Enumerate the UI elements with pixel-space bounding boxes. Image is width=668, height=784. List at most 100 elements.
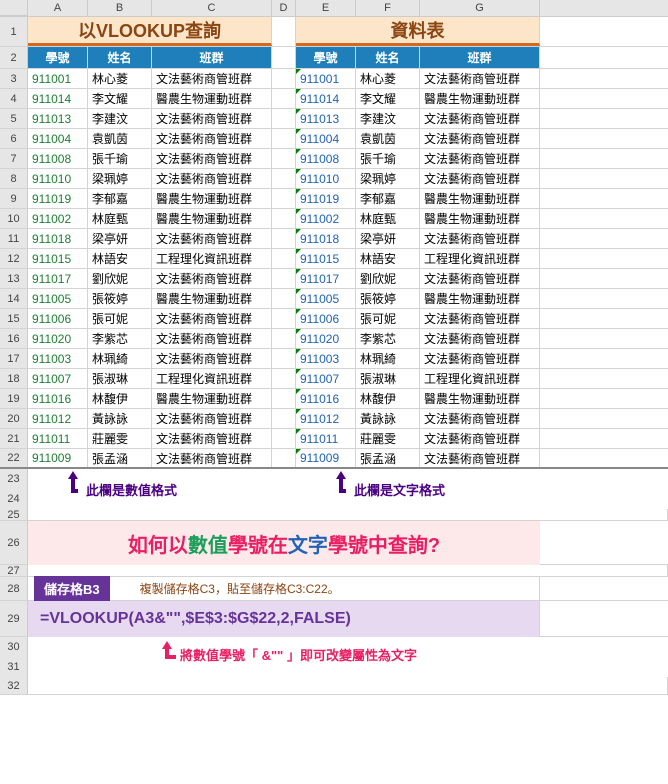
cell-empty[interactable] bbox=[272, 409, 296, 428]
cell-group-left[interactable]: 醫農生物運動班群 bbox=[152, 189, 272, 208]
row-header-28[interactable]: 28 bbox=[0, 577, 28, 600]
cell-name-right[interactable]: 張筱婷 bbox=[356, 289, 420, 308]
cell-group-right[interactable]: 醫農生物運動班群 bbox=[420, 89, 540, 108]
cell-id-right[interactable]: 911012 bbox=[296, 409, 356, 428]
cell-name-right[interactable]: 林馥伊 bbox=[356, 389, 420, 408]
cell-empty[interactable] bbox=[272, 69, 296, 88]
cell-id-left[interactable]: 911011 bbox=[28, 429, 88, 448]
row-header-4[interactable]: 4 bbox=[0, 89, 28, 108]
cell-name-left[interactable]: 張筱婷 bbox=[88, 289, 152, 308]
cell-id-left[interactable]: 911009 bbox=[28, 449, 88, 467]
cell-empty[interactable] bbox=[272, 309, 296, 328]
cell-name-right[interactable]: 梁珮婷 bbox=[356, 169, 420, 188]
cell-id-right[interactable]: 911005 bbox=[296, 289, 356, 308]
cell-name-left[interactable]: 梁珮婷 bbox=[88, 169, 152, 188]
cell-group-right[interactable]: 工程理化資訊班群 bbox=[420, 249, 540, 268]
cell-id-right[interactable]: 911009 bbox=[296, 449, 356, 467]
cell-group-left[interactable]: 文法藝術商管班群 bbox=[152, 109, 272, 128]
cell-group-left[interactable]: 文法藝術商管班群 bbox=[152, 349, 272, 368]
cell-group-left[interactable]: 文法藝術商管班群 bbox=[152, 169, 272, 188]
cell-id-right[interactable]: 911011 bbox=[296, 429, 356, 448]
row-header-9[interactable]: 9 bbox=[0, 189, 28, 208]
cell-name-left[interactable]: 黃詠詠 bbox=[88, 409, 152, 428]
cell-group-right[interactable]: 醫農生物運動班群 bbox=[420, 389, 540, 408]
row-header-11[interactable]: 11 bbox=[0, 229, 28, 248]
cell-empty[interactable] bbox=[272, 89, 296, 108]
cell-group-left[interactable]: 工程理化資訊班群 bbox=[152, 369, 272, 388]
cell-name-right[interactable]: 劉欣妮 bbox=[356, 269, 420, 288]
cell-name-left[interactable]: 林心菱 bbox=[88, 69, 152, 88]
row-header-31[interactable]: 31 bbox=[0, 657, 28, 677]
cell-id-right[interactable]: 911010 bbox=[296, 169, 356, 188]
row-header-24[interactable]: 24 bbox=[0, 489, 28, 509]
cell-name-right[interactable]: 林心菱 bbox=[356, 69, 420, 88]
cell-group-right[interactable]: 工程理化資訊班群 bbox=[420, 369, 540, 388]
cell-id-left[interactable]: 911010 bbox=[28, 169, 88, 188]
cell-empty[interactable] bbox=[272, 329, 296, 348]
cell-id-right[interactable]: 911019 bbox=[296, 189, 356, 208]
cell-id-left[interactable]: 911007 bbox=[28, 369, 88, 388]
cell-name-left[interactable]: 李文耀 bbox=[88, 89, 152, 108]
row-header-23[interactable]: 23 bbox=[0, 469, 28, 489]
cell-id-right[interactable]: 911004 bbox=[296, 129, 356, 148]
cell-empty[interactable] bbox=[272, 249, 296, 268]
cell-group-right[interactable]: 文法藝術商管班群 bbox=[420, 129, 540, 148]
cell-id-left[interactable]: 911014 bbox=[28, 89, 88, 108]
cell-id-right[interactable]: 911016 bbox=[296, 389, 356, 408]
row-header-20[interactable]: 20 bbox=[0, 409, 28, 428]
cell-group-right[interactable]: 醫農生物運動班群 bbox=[420, 189, 540, 208]
cell-group-left[interactable]: 文法藝術商管班群 bbox=[152, 449, 272, 467]
row-header-8[interactable]: 8 bbox=[0, 169, 28, 188]
cell-empty[interactable] bbox=[272, 189, 296, 208]
col-header-F[interactable]: F bbox=[356, 0, 420, 16]
cell-id-left[interactable]: 911013 bbox=[28, 109, 88, 128]
cell-group-right[interactable]: 文法藝術商管班群 bbox=[420, 169, 540, 188]
col-header-D[interactable]: D bbox=[272, 0, 296, 16]
cell-id-left[interactable]: 911005 bbox=[28, 289, 88, 308]
cell-group-right[interactable]: 文法藝術商管班群 bbox=[420, 269, 540, 288]
cell-name-left[interactable]: 張淑琳 bbox=[88, 369, 152, 388]
cell-id-left[interactable]: 911015 bbox=[28, 249, 88, 268]
cell-group-left[interactable]: 文法藝術商管班群 bbox=[152, 69, 272, 88]
cell-name-right[interactable]: 張可妮 bbox=[356, 309, 420, 328]
cell-name-right[interactable]: 張淑琳 bbox=[356, 369, 420, 388]
cell-name-right[interactable]: 袁凱茵 bbox=[356, 129, 420, 148]
row-header-10[interactable]: 10 bbox=[0, 209, 28, 228]
cell-id-left[interactable]: 911018 bbox=[28, 229, 88, 248]
cell-name-left[interactable]: 張孟涵 bbox=[88, 449, 152, 467]
header-name-left[interactable]: 姓名 bbox=[88, 47, 152, 68]
cell-name-right[interactable]: 張孟涵 bbox=[356, 449, 420, 467]
cell-group-left[interactable]: 醫農生物運動班群 bbox=[152, 389, 272, 408]
cell-D2[interactable] bbox=[272, 47, 296, 68]
cell-empty[interactable] bbox=[272, 389, 296, 408]
cell-id-left[interactable]: 911016 bbox=[28, 389, 88, 408]
cell-name-left[interactable]: 林馥伊 bbox=[88, 389, 152, 408]
row-header-22[interactable]: 22 bbox=[0, 449, 28, 467]
cell-group-left[interactable]: 文法藝術商管班群 bbox=[152, 309, 272, 328]
cell-name-left[interactable]: 張可妮 bbox=[88, 309, 152, 328]
cell-name-left[interactable]: 李建汶 bbox=[88, 109, 152, 128]
cell-name-left[interactable]: 梁亭妍 bbox=[88, 229, 152, 248]
row-header-17[interactable]: 17 bbox=[0, 349, 28, 368]
cell-name-right[interactable]: 林珮綺 bbox=[356, 349, 420, 368]
cell-id-right[interactable]: 911018 bbox=[296, 229, 356, 248]
cell-empty[interactable] bbox=[272, 449, 296, 467]
cell-group-right[interactable]: 文法藝術商管班群 bbox=[420, 69, 540, 88]
row-header-3[interactable]: 3 bbox=[0, 69, 28, 88]
cell-name-right[interactable]: 林語安 bbox=[356, 249, 420, 268]
col-header-C[interactable]: C bbox=[152, 0, 272, 16]
cell-empty[interactable] bbox=[272, 349, 296, 368]
cell-empty[interactable] bbox=[272, 369, 296, 388]
cell-id-left[interactable]: 911001 bbox=[28, 69, 88, 88]
cell-group-left[interactable]: 文法藝術商管班群 bbox=[152, 269, 272, 288]
cell-empty[interactable] bbox=[272, 289, 296, 308]
cell-group-left[interactable]: 醫農生物運動班群 bbox=[152, 89, 272, 108]
question-text[interactable]: 如何以 數值 學號在 文字 學號中查詢? bbox=[28, 521, 540, 565]
cell-name-right[interactable]: 李紫芯 bbox=[356, 329, 420, 348]
cell-empty[interactable] bbox=[272, 229, 296, 248]
cell-name-right[interactable]: 黃詠詠 bbox=[356, 409, 420, 428]
row-header-21[interactable]: 21 bbox=[0, 429, 28, 448]
cell-name-right[interactable]: 張千瑜 bbox=[356, 149, 420, 168]
cell-id-left[interactable]: 911004 bbox=[28, 129, 88, 148]
cell-id-right[interactable]: 911001 bbox=[296, 69, 356, 88]
